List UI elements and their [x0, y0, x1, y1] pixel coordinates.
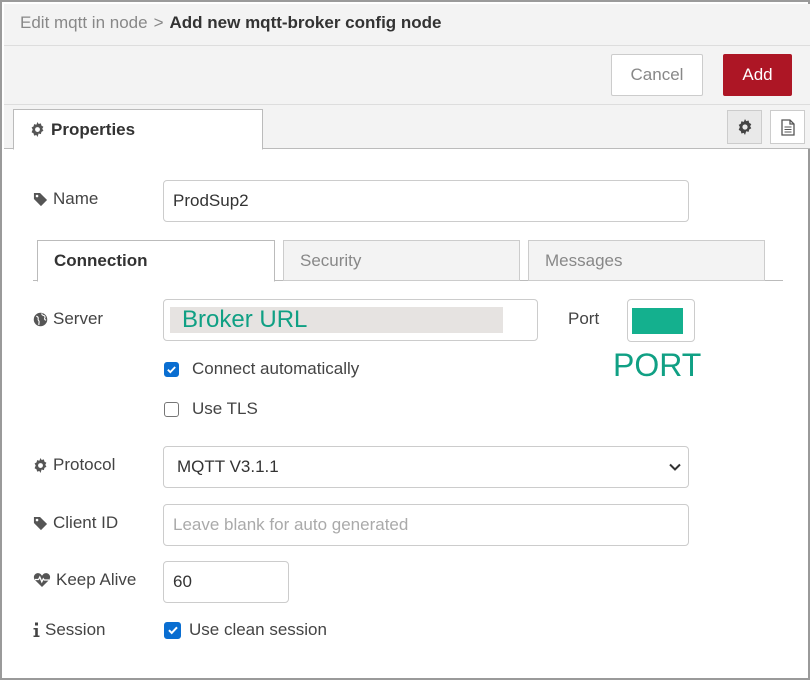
dialog-title: Add new mqtt-broker config node — [169, 13, 442, 32]
keep-alive-label-text: Keep Alive — [56, 570, 137, 589]
dialog-frame: Edit mqtt in node > Add new mqtt-broker co… — [0, 0, 810, 680]
chevron-down-icon — [668, 460, 682, 474]
session-label-text: Session — [45, 620, 106, 639]
tag-icon — [33, 516, 48, 531]
port-label-text: Port — [568, 309, 600, 328]
tab-security[interactable]: Security — [283, 240, 520, 281]
breadcrumb: Edit mqtt in node > Add new mqtt-broker co… — [20, 13, 442, 33]
keep-alive-input[interactable] — [163, 561, 289, 603]
tag-icon — [33, 192, 48, 207]
breadcrumb-separator: > — [153, 13, 164, 32]
tab-properties-label: Properties — [51, 119, 136, 139]
name-label-text: Name — [53, 189, 99, 208]
button-bar: Cancel Add — [4, 46, 810, 105]
protocol-value: MQTT V3.1.1 — [177, 457, 279, 476]
tab-connection[interactable]: Connection — [37, 240, 275, 282]
cancel-button[interactable]: Cancel — [611, 54, 703, 96]
client-id-label: Client ID — [33, 513, 118, 533]
tab-properties[interactable]: Properties — [13, 109, 263, 150]
protocol-label-text: Protocol — [53, 455, 116, 474]
broker-url-annotation: Broker URL — [170, 306, 503, 333]
info-icon — [33, 622, 40, 638]
keep-alive-label: Keep Alive — [33, 570, 136, 590]
tab-bar: Properties — [4, 105, 810, 150]
clean-session-checkbox[interactable] — [164, 621, 181, 639]
clean-session-label: Use clean session — [189, 620, 327, 639]
config-subtabs: Connection Security Messages — [33, 240, 783, 282]
globe-icon — [33, 312, 48, 327]
server-label-text: Server — [53, 309, 104, 328]
use-tls-row[interactable]: Use TLS — [164, 399, 258, 419]
checkmark-icon — [167, 365, 176, 373]
protocol-label: Protocol — [33, 455, 115, 475]
description-tab-button[interactable] — [770, 110, 805, 144]
dialog-header: Edit mqtt in node > Add new mqtt-broker co… — [4, 4, 810, 46]
gear-icon — [30, 122, 45, 137]
checkmark-icon — [167, 626, 178, 635]
client-id-input[interactable] — [163, 504, 689, 546]
tab-messages[interactable]: Messages — [528, 240, 765, 281]
gear-icon — [737, 119, 753, 135]
session-label: Session — [33, 620, 105, 640]
connect-automatically-row[interactable]: Connect automatically — [164, 359, 359, 379]
port-label: Port — [568, 309, 599, 329]
gear-icon — [33, 457, 48, 473]
connect-automatically-checkbox[interactable] — [164, 361, 179, 377]
port-annotation: PORT — [613, 347, 702, 383]
connect-automatically-label: Connect automatically — [192, 359, 360, 378]
clean-session-row[interactable]: Use clean session — [164, 620, 327, 640]
heartbeat-icon — [33, 572, 51, 588]
name-input[interactable] — [163, 180, 689, 222]
server-label: Server — [33, 309, 103, 329]
breadcrumb-parent[interactable]: Edit mqtt in node — [20, 13, 148, 32]
protocol-select[interactable]: MQTT V3.1.1 — [163, 446, 689, 488]
name-label: Name — [33, 189, 98, 209]
port-annotation-fill — [632, 308, 683, 334]
client-id-label-text: Client ID — [53, 513, 119, 532]
use-tls-checkbox[interactable] — [164, 401, 179, 417]
add-button[interactable]: Add — [723, 54, 792, 96]
settings-tab-button[interactable] — [727, 110, 762, 144]
document-icon — [780, 118, 795, 136]
use-tls-label: Use TLS — [192, 399, 258, 418]
